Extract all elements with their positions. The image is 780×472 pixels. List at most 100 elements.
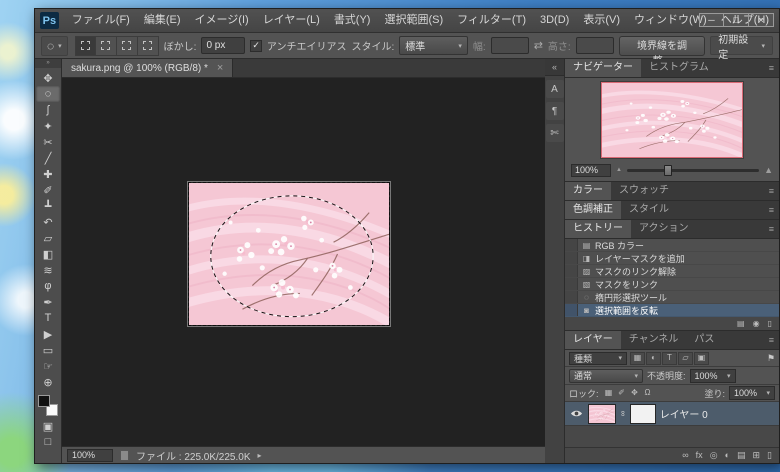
elliptical-marquee-tool[interactable]: ◌ [36, 86, 60, 102]
smart-object-filter-icon[interactable]: ▣ [694, 351, 709, 365]
foreground-color-swatch[interactable] [38, 395, 50, 407]
menu-item[interactable]: ファイル(F) [65, 9, 137, 32]
panel-menu-icon[interactable]: ≡ [769, 220, 779, 238]
close-button[interactable]: × [749, 13, 774, 27]
menu-item[interactable]: 3D(D) [533, 9, 576, 32]
lasso-tool[interactable]: ʃ [36, 102, 60, 118]
eraser-tool[interactable]: ▱ [36, 230, 60, 246]
adjustment-layer-filter-icon[interactable]: ◐ [646, 351, 661, 365]
delete-state-icon[interactable]: ▯ [768, 319, 772, 328]
tab-color[interactable]: カラー [565, 182, 611, 200]
hand-tool[interactable]: ☞ [36, 358, 60, 374]
character-panel-icon[interactable]: A [545, 80, 564, 98]
link-layers-icon[interactable]: ∞ [682, 451, 688, 460]
tab-paths[interactable]: パス [686, 331, 722, 349]
refine-edge-button[interactable]: 境界線を調整... [618, 35, 706, 67]
lock-position-icon[interactable]: ✥ [629, 389, 641, 397]
color-swatches[interactable] [38, 395, 58, 416]
history-source-checkbox[interactable] [565, 252, 578, 264]
new-adjustment-layer-icon[interactable]: ◐ [725, 451, 730, 460]
move-tool[interactable]: ✥ [36, 70, 60, 86]
menu-item[interactable]: イメージ(I) [188, 9, 256, 32]
width-input[interactable] [490, 37, 529, 54]
close-tab-icon[interactable]: × [217, 62, 223, 74]
slider-thumb[interactable] [663, 164, 672, 176]
panel-menu-icon[interactable]: ≡ [769, 331, 779, 349]
panel-menu-icon[interactable]: ≡ [769, 59, 779, 77]
swap-dimensions-icon[interactable]: ⇄ [534, 39, 543, 52]
history-state-rgb-color[interactable]: ▤ RGB カラー [565, 239, 779, 252]
rectangle-tool[interactable]: ▭ [36, 342, 60, 358]
panel-menu-icon[interactable]: ≡ [769, 182, 779, 200]
dodge-tool[interactable]: φ [36, 278, 60, 294]
history-state-unlink-mask[interactable]: ▨ マスクのリンク解除 [565, 265, 779, 278]
clone-stamp-tool[interactable]: ┻ [36, 198, 60, 214]
new-layer-icon[interactable]: ⊞ [753, 451, 761, 460]
gradient-tool[interactable]: ◧ [36, 246, 60, 262]
feather-input[interactable] [201, 37, 246, 54]
maximize-button[interactable]: □ [724, 13, 749, 27]
screen-mode-button[interactable]: □ [36, 434, 60, 450]
zoom-out-icon[interactable]: ▲ [616, 167, 622, 173]
layer-thumbnail[interactable] [588, 403, 616, 424]
blend-mode-select[interactable]: 通常 ▾ [569, 368, 643, 383]
document-image[interactable] [188, 182, 390, 326]
quick-selection-tool[interactable]: ✦ [36, 118, 60, 134]
new-snapshot-icon[interactable]: ◉ [753, 319, 760, 328]
menu-item[interactable]: 編集(E) [137, 9, 188, 32]
shape-layer-filter-icon[interactable]: ▱ [678, 351, 693, 365]
history-source-checkbox[interactable] [565, 278, 578, 290]
paragraph-panel-icon[interactable]: ¶ [545, 102, 564, 120]
filter-toggle-icon[interactable]: ⚑ [767, 353, 775, 364]
opacity-field[interactable]: 100% ▾ [689, 368, 736, 383]
navigator-zoom-slider[interactable] [626, 164, 760, 176]
tab-styles[interactable]: スタイル [621, 201, 677, 219]
new-selection-mode-button[interactable] [74, 35, 96, 56]
history-source-checkbox[interactable] [565, 239, 578, 251]
menu-item[interactable]: レイヤー(L) [256, 9, 327, 32]
fill-field[interactable]: 100% ▾ [729, 386, 775, 400]
tab-channels[interactable]: チャンネル [621, 331, 687, 349]
eyedropper-tool[interactable]: ╱ [36, 150, 60, 166]
workspace-switcher[interactable]: 初期設定 ▾ [710, 35, 773, 61]
layer-name[interactable]: レイヤー 0 [660, 406, 708, 421]
crop-tool[interactable]: ✂ [36, 134, 60, 150]
clone-source-panel-icon[interactable]: ✄ [545, 124, 564, 142]
tab-layers[interactable]: レイヤー [565, 331, 621, 349]
zoom-tool[interactable]: ⊕ [36, 374, 60, 390]
new-document-from-state-icon[interactable]: ▤ [737, 319, 745, 328]
path-selection-tool[interactable]: ▶ [36, 326, 60, 342]
lock-image-pixels-icon[interactable]: ✐ [616, 389, 628, 397]
lock-transparent-pixels-icon[interactable]: ▦ [603, 389, 615, 397]
height-input[interactable] [575, 37, 614, 54]
quick-mask-button[interactable]: ▣ [36, 418, 60, 434]
history-state-link-mask[interactable]: ▧ マスクをリンク [565, 278, 779, 291]
tool-preset-dropdown[interactable]: ◌ ▾ [41, 35, 68, 56]
layer-row[interactable]: ∞ レイヤー 0 [565, 402, 779, 426]
tab-actions[interactable]: アクション [631, 220, 697, 238]
add-to-selection-mode-button[interactable] [95, 35, 117, 56]
intersect-selection-mode-button[interactable] [137, 35, 159, 56]
history-brush-tool[interactable]: ↶ [36, 214, 60, 230]
history-state-add-layer-mask[interactable]: ◨ レイヤーマスクを追加 [565, 252, 779, 265]
layer-visibility-icon[interactable] [568, 409, 584, 418]
navigator-zoom-field[interactable] [571, 163, 611, 177]
delete-layer-icon[interactable]: ▯ [767, 451, 772, 460]
lock-all-icon[interactable]: Ω [642, 389, 654, 397]
menu-item[interactable]: フィルター(T) [450, 9, 533, 32]
layer-mask-thumbnail[interactable] [629, 403, 656, 424]
menu-item[interactable]: 表示(V) [576, 9, 627, 32]
zoom-level-field[interactable] [67, 448, 113, 462]
antialias-checkbox[interactable]: ✓ [250, 39, 262, 52]
menu-item[interactable]: 書式(Y) [327, 9, 378, 32]
canvas[interactable] [62, 78, 545, 446]
style-select[interactable]: 標準 ▾ [399, 36, 468, 55]
mask-link-icon[interactable]: ∞ [618, 411, 627, 417]
history-state-elliptical-marquee[interactable]: ◌ 楕円形選択ツール [565, 291, 779, 304]
tab-histogram[interactable]: ヒストグラム [641, 59, 717, 77]
document-tab[interactable]: sakura.png @ 100% (RGB/8) * × [62, 59, 234, 77]
minimize-button[interactable]: ─ [699, 13, 724, 27]
healing-brush-tool[interactable]: ✚ [36, 166, 60, 182]
pixel-layer-filter-icon[interactable]: ▦ [630, 351, 645, 365]
blur-tool[interactable]: ≋ [36, 262, 60, 278]
